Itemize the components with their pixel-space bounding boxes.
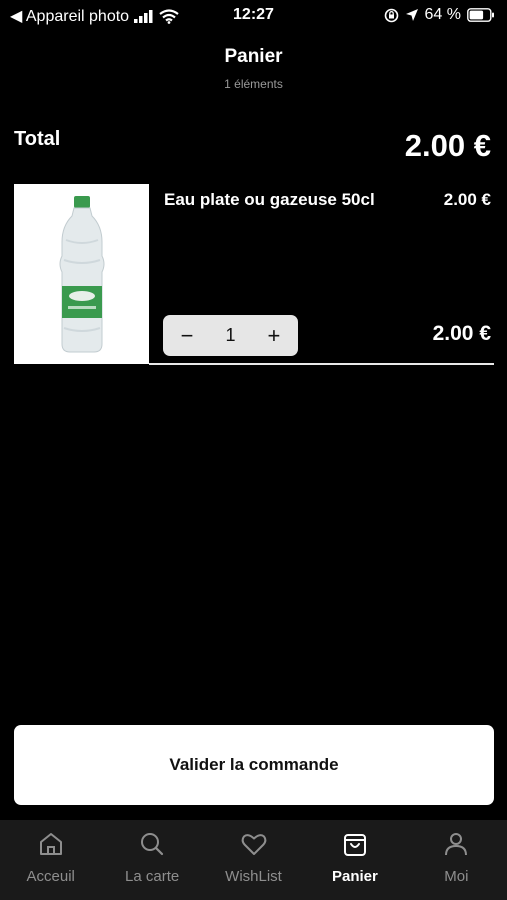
cart-screen: ◀ Appareil photo 12:27 64 % Panier 1 élé… [0, 0, 507, 900]
increase-quantity-button[interactable]: + [266, 324, 282, 347]
tab-wishlist[interactable]: WishList [203, 820, 304, 900]
location-arrow-icon [405, 8, 419, 22]
tab-label: Moi [444, 868, 469, 885]
product-name: Eau plate ou gazeuse 50cl [164, 190, 375, 209]
total-value: 2.00 € [404, 128, 491, 163]
tab-label: La carte [125, 868, 180, 885]
tab-label: WishList [225, 868, 282, 885]
status-bar: ◀ Appareil photo 12:27 64 % [0, 0, 507, 30]
quantity-value: 1 [225, 325, 236, 345]
search-icon [138, 830, 166, 858]
tab-moi[interactable]: Moi [406, 820, 507, 900]
product-line-total: 2.00 € [432, 322, 491, 345]
battery-icon [467, 8, 495, 22]
tab-label: Panier [331, 868, 378, 885]
page-title: Panier [224, 46, 283, 67]
tab-bar: Acceuil La carte WishList Panier Moi [0, 820, 507, 900]
product-image-water-bottle[interactable] [14, 184, 149, 364]
tab-la-carte[interactable]: La carte [101, 820, 202, 900]
item-count: 1 éléments [224, 77, 283, 91]
validate-order-button[interactable]: Valider la commande [14, 725, 494, 805]
shopping-bag-icon [341, 830, 369, 858]
quantity-stepper: − 1 + [163, 315, 298, 356]
tab-acceuil[interactable]: Acceuil [0, 820, 101, 900]
home-icon [37, 830, 65, 858]
product-unit-price: 2.00 € [443, 190, 491, 209]
battery-percent: 64 % [424, 6, 461, 23]
total-label: Total [14, 128, 61, 150]
tab-panier[interactable]: Panier [304, 820, 405, 900]
heart-icon [240, 830, 268, 858]
rotation-lock-icon [384, 8, 399, 23]
decrease-quantity-button[interactable]: − [179, 324, 195, 347]
item-divider [149, 363, 494, 365]
tab-label: Acceuil [26, 868, 75, 885]
user-icon [442, 830, 470, 858]
